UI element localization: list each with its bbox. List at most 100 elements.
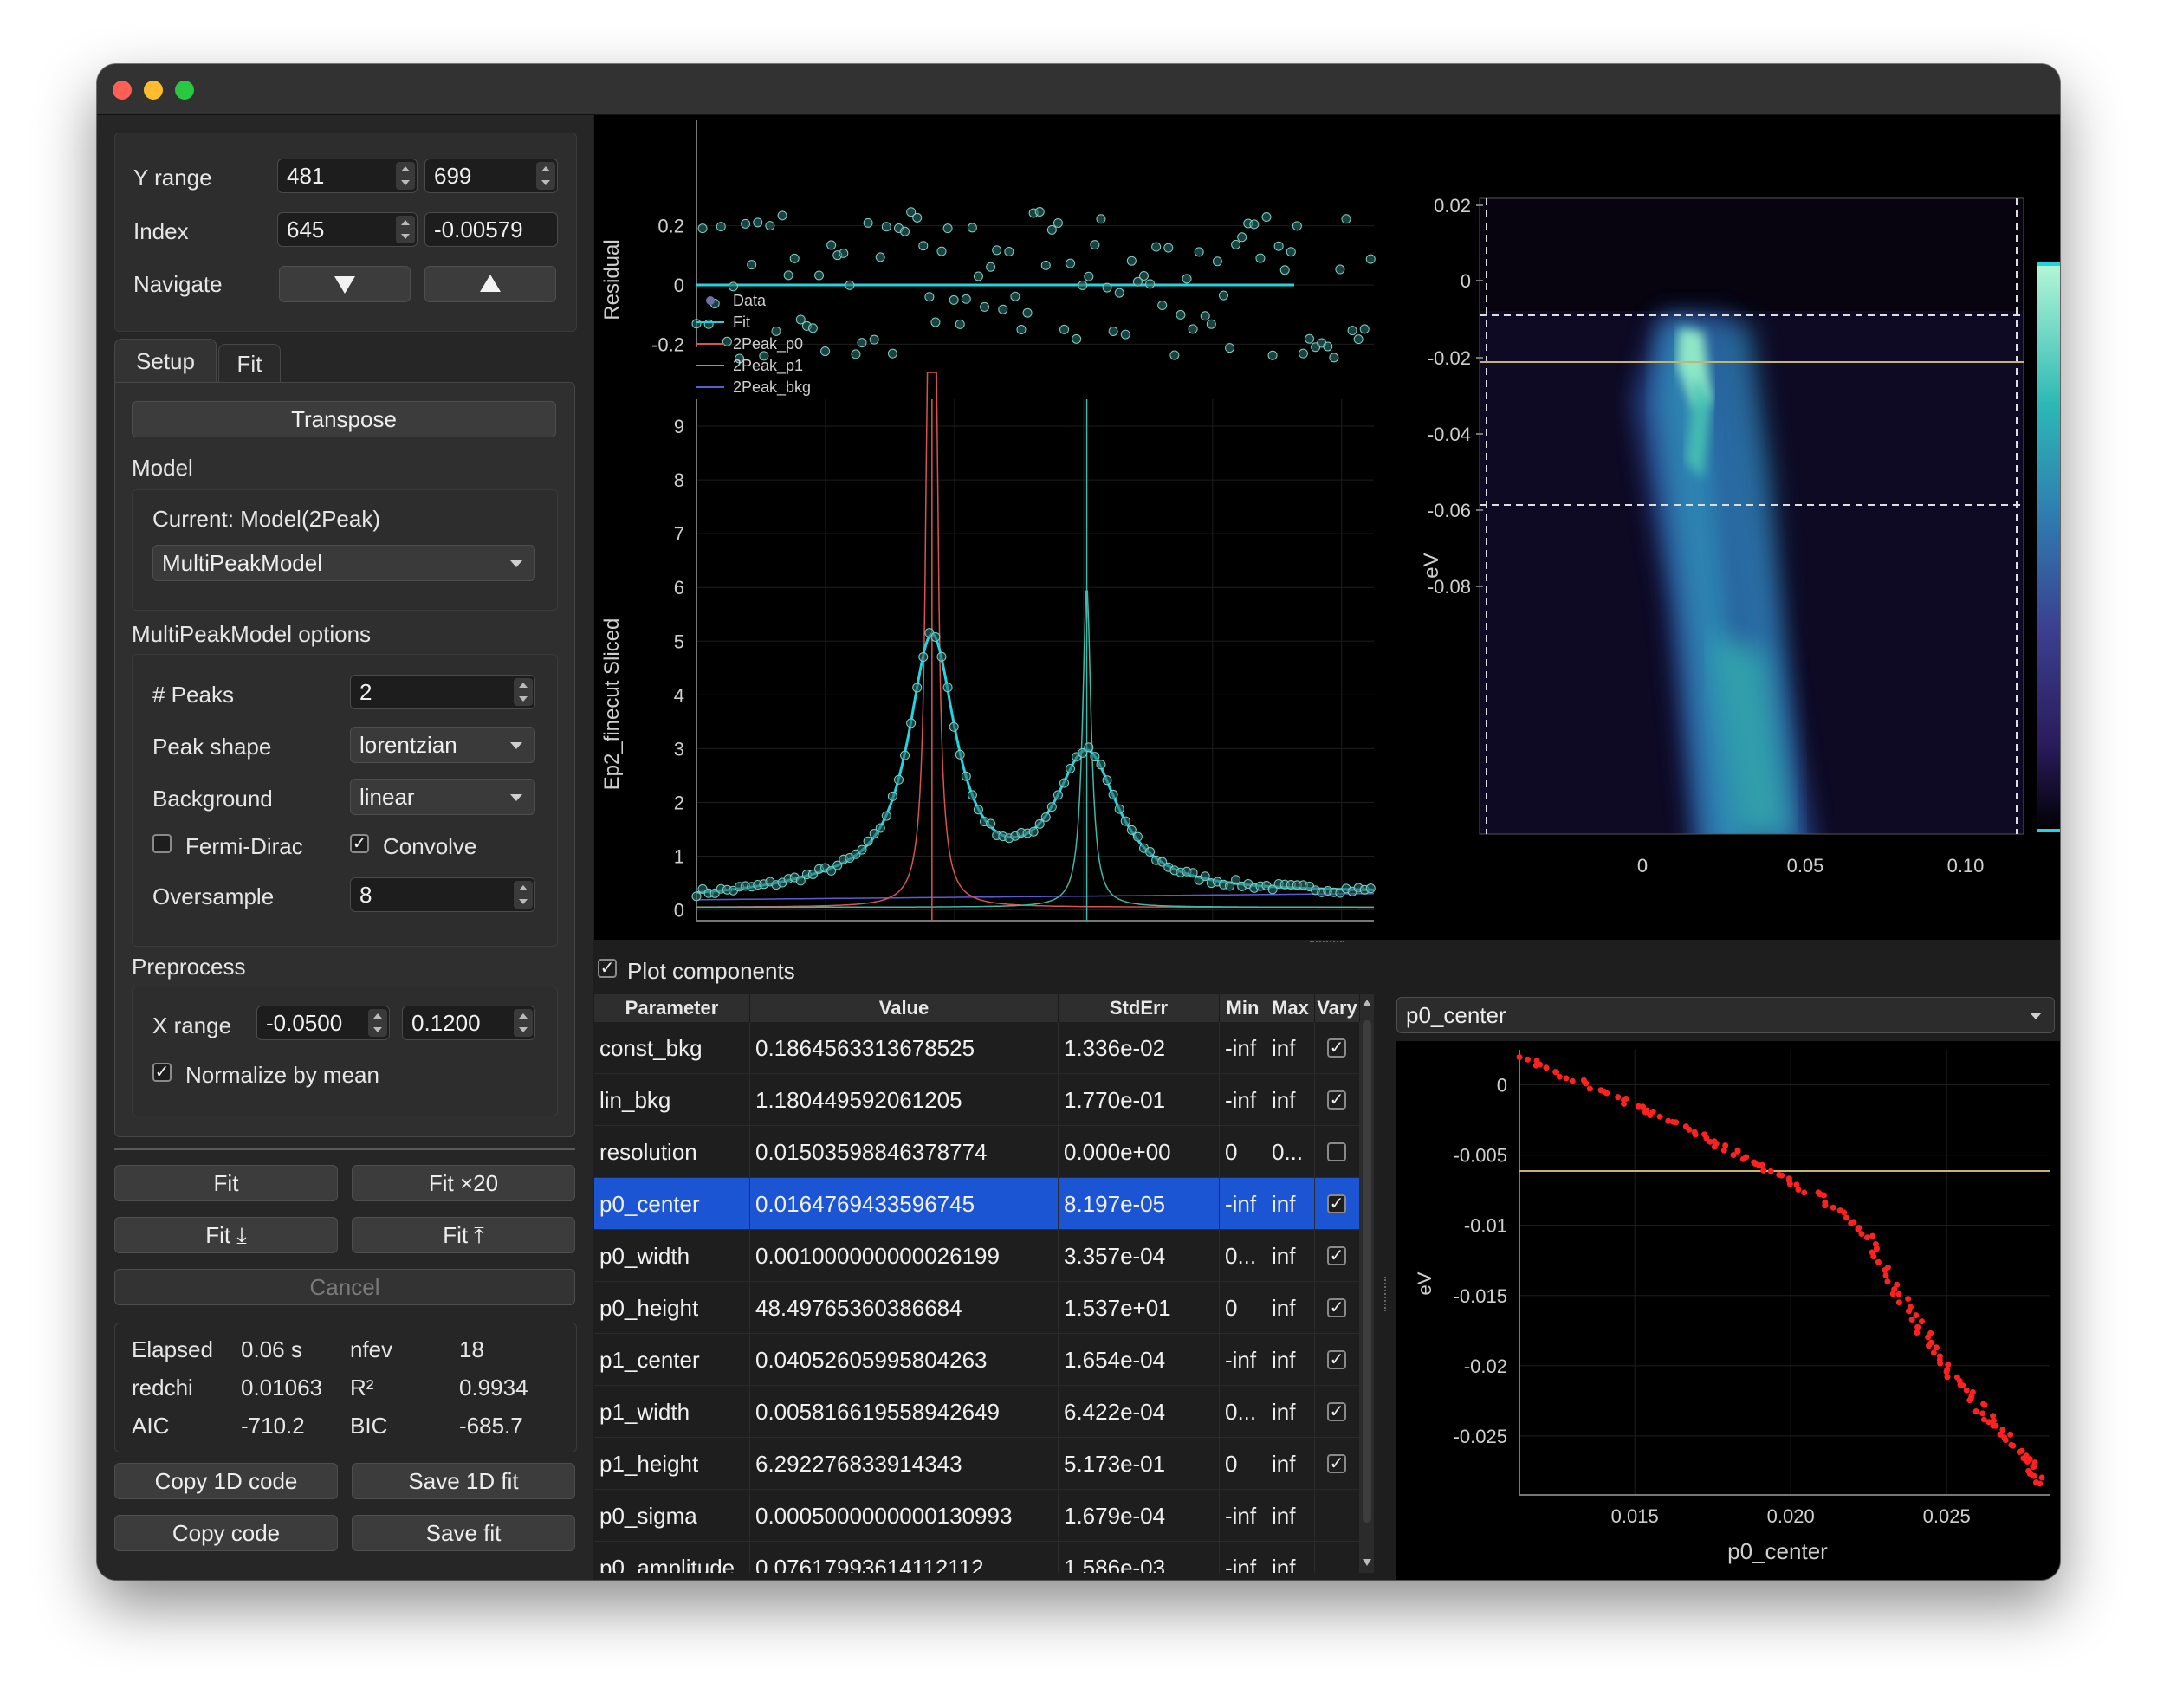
table-cell-value[interactable]: 0.04052605995804263: [750, 1334, 1059, 1386]
column-header-min[interactable]: Min: [1220, 994, 1266, 1022]
table-cell-stderr[interactable]: 3.357e-04: [1059, 1230, 1220, 1282]
column-header-value[interactable]: Value: [750, 994, 1059, 1022]
parameters-table[interactable]: Parameter Value StdErr Min Max Vary cons…: [594, 994, 1374, 1573]
vary-checkbox[interactable]: ✓: [1327, 1350, 1346, 1369]
table-cell-stderr[interactable]: 1.336e-02: [1059, 1022, 1220, 1074]
spin-arrows-icon[interactable]: [368, 1009, 387, 1037]
minimize-window-button[interactable]: [144, 81, 163, 100]
table-cell-value[interactable]: 0.001000000000026199: [750, 1230, 1059, 1282]
table-cell-min[interactable]: -inf: [1220, 1022, 1266, 1074]
table-cell-stderr[interactable]: 1.770e-01: [1059, 1074, 1220, 1126]
x-range-max-input[interactable]: 0.1200: [402, 1006, 535, 1040]
table-cell-param[interactable]: p1_height: [594, 1438, 750, 1490]
table-cell-stderr[interactable]: 1.537e+01: [1059, 1282, 1220, 1334]
table-row[interactable]: p1_center 0.04052605995804263 1.654e-04 -in…: [594, 1334, 1374, 1386]
x-range-min-input[interactable]: -0.0500: [256, 1006, 390, 1040]
table-cell-max[interactable]: 0...: [1266, 1126, 1315, 1178]
fit-plot-canvas[interactable]: 0.2 0 -0.2 Data Fit 2Peak_p0 2Peak_p1 2Peak_bk…: [594, 115, 1409, 940]
spin-arrows-icon[interactable]: [536, 162, 555, 190]
table-row[interactable]: p0_sigma 0.0005000000000130993 1.679e-04 -i…: [594, 1490, 1374, 1542]
model-select[interactable]: MultiPeakModel: [152, 545, 535, 581]
spin-arrows-icon[interactable]: [514, 881, 533, 909]
oversample-input[interactable]: 8: [350, 877, 535, 912]
peak-shape-select[interactable]: lorentzian: [350, 727, 535, 763]
table-cell-min[interactable]: 0...: [1220, 1386, 1266, 1438]
table-cell-param[interactable]: p0_sigma: [594, 1490, 750, 1542]
navigate-down-button[interactable]: [279, 266, 411, 302]
table-row[interactable]: p0_height 48.49765360386684 1.537e+01 0 inf ✓: [594, 1282, 1374, 1334]
scroll-up-icon[interactable]: [1362, 998, 1372, 1008]
vary-checkbox[interactable]: [1327, 1142, 1346, 1161]
table-row[interactable]: p1_width 0.005816619558942649 6.422e-04 0..…: [594, 1386, 1374, 1438]
tab-setup[interactable]: Setup: [114, 339, 217, 383]
table-cell-min[interactable]: -inf: [1220, 1178, 1266, 1230]
param-plot-canvas[interactable]: 0 -0.005 -0.01 -0.015 -0.02 -0.025 0.015 0.020 0…: [1396, 1041, 2060, 1580]
index-coord-input[interactable]: -0.00579: [424, 212, 558, 247]
scroll-down-icon[interactable]: [1362, 1557, 1372, 1568]
table-scrollbar[interactable]: [1360, 994, 1374, 1573]
table-cell-max[interactable]: inf: [1266, 1230, 1315, 1282]
tab-fit[interactable]: Fit: [218, 344, 281, 383]
vary-checkbox[interactable]: ✓: [1327, 1090, 1346, 1110]
table-cell-max[interactable]: inf: [1266, 1386, 1315, 1438]
table-row[interactable]: lin_bkg 1.180449592061205 1.770e-01 -inf inf…: [594, 1074, 1374, 1126]
table-cell-param[interactable]: resolution: [594, 1126, 750, 1178]
table-cell-max[interactable]: inf: [1266, 1438, 1315, 1490]
peaks-input[interactable]: 2: [350, 675, 535, 709]
plot-components-checkbox[interactable]: ✓: [598, 959, 617, 978]
column-header-vary[interactable]: Vary: [1315, 994, 1360, 1022]
splitter-handle[interactable]: [1310, 941, 1344, 948]
table-cell-max[interactable]: inf: [1266, 1074, 1315, 1126]
vary-checkbox[interactable]: ✓: [1327, 1402, 1346, 1421]
copy-code-button[interactable]: Copy code: [114, 1515, 338, 1551]
save-fit-button[interactable]: Save fit: [352, 1515, 575, 1551]
vary-checkbox[interactable]: ✓: [1327, 1298, 1346, 1317]
image-plot-canvas[interactable]: 0.020-0.02-0.04-0.06-0.0800.050.10200150…: [1409, 115, 2060, 940]
table-cell-value[interactable]: 0.1864563313678525: [750, 1022, 1059, 1074]
table-cell-max[interactable]: inf: [1266, 1334, 1315, 1386]
y-range-max-input[interactable]: 699: [424, 159, 558, 193]
table-cell-min[interactable]: 0: [1220, 1438, 1266, 1490]
table-cell-max[interactable]: inf: [1266, 1542, 1315, 1573]
vary-checkbox[interactable]: ✓: [1327, 1454, 1346, 1473]
fit-up-button[interactable]: Fit ⤒: [352, 1217, 575, 1253]
table-cell-param[interactable]: const_bkg: [594, 1022, 750, 1074]
table-cell-min[interactable]: -inf: [1220, 1490, 1266, 1542]
table-cell-min[interactable]: -inf: [1220, 1074, 1266, 1126]
table-cell-value[interactable]: 6.292276833914343: [750, 1438, 1059, 1490]
table-cell-stderr[interactable]: 5.173e-01: [1059, 1438, 1220, 1490]
table-cell-value[interactable]: 0.01503598846378774: [750, 1126, 1059, 1178]
normalize-checkbox[interactable]: ✓: [152, 1063, 172, 1082]
column-header-parameter[interactable]: Parameter: [594, 994, 750, 1022]
table-cell-stderr[interactable]: 0.000e+00: [1059, 1126, 1220, 1178]
copy-1d-code-button[interactable]: Copy 1D code: [114, 1463, 338, 1499]
table-cell-min[interactable]: -inf: [1220, 1542, 1266, 1573]
spin-arrows-icon[interactable]: [514, 678, 533, 706]
table-cell-max[interactable]: inf: [1266, 1490, 1315, 1542]
transpose-button[interactable]: Transpose: [132, 401, 556, 437]
table-row[interactable]: p0_center 0.0164769433596745 8.197e-05 -inf…: [594, 1178, 1374, 1230]
parameter-select[interactable]: p0_center: [1396, 997, 2055, 1033]
table-row[interactable]: resolution 0.01503598846378774 0.000e+00 0 0…: [594, 1126, 1374, 1178]
fit-x20-button[interactable]: Fit ×20: [352, 1165, 575, 1201]
spin-arrows-icon[interactable]: [514, 1009, 533, 1037]
table-cell-min[interactable]: -inf: [1220, 1334, 1266, 1386]
table-row[interactable]: p0_width 0.001000000000026199 3.357e-04 0..…: [594, 1230, 1374, 1282]
table-cell-min[interactable]: 0: [1220, 1126, 1266, 1178]
table-cell-value[interactable]: 0.07617993614112112: [750, 1542, 1059, 1573]
table-cell-stderr[interactable]: 1.679e-04: [1059, 1490, 1220, 1542]
table-cell-param[interactable]: p1_width: [594, 1386, 750, 1438]
table-cell-value[interactable]: 0.0005000000000130993: [750, 1490, 1059, 1542]
table-cell-param[interactable]: p1_center: [594, 1334, 750, 1386]
vary-checkbox[interactable]: ✓: [1327, 1246, 1346, 1265]
table-cell-value[interactable]: 0.005816619558942649: [750, 1386, 1059, 1438]
table-cell-value[interactable]: 1.180449592061205: [750, 1074, 1059, 1126]
table-cell-min[interactable]: 0: [1220, 1282, 1266, 1334]
table-cell-value[interactable]: 48.49765360386684: [750, 1282, 1059, 1334]
scrollbar-thumb[interactable]: [1363, 1020, 1371, 1523]
table-cell-stderr[interactable]: 8.197e-05: [1059, 1178, 1220, 1230]
y-range-min-input[interactable]: 481: [277, 159, 418, 193]
table-row[interactable]: p1_height 6.292276833914343 5.173e-01 0 inf ✓: [594, 1438, 1374, 1490]
table-row[interactable]: const_bkg 0.1864563313678525 1.336e-02 -inf…: [594, 1022, 1374, 1074]
fermi-dirac-checkbox[interactable]: [152, 834, 172, 853]
